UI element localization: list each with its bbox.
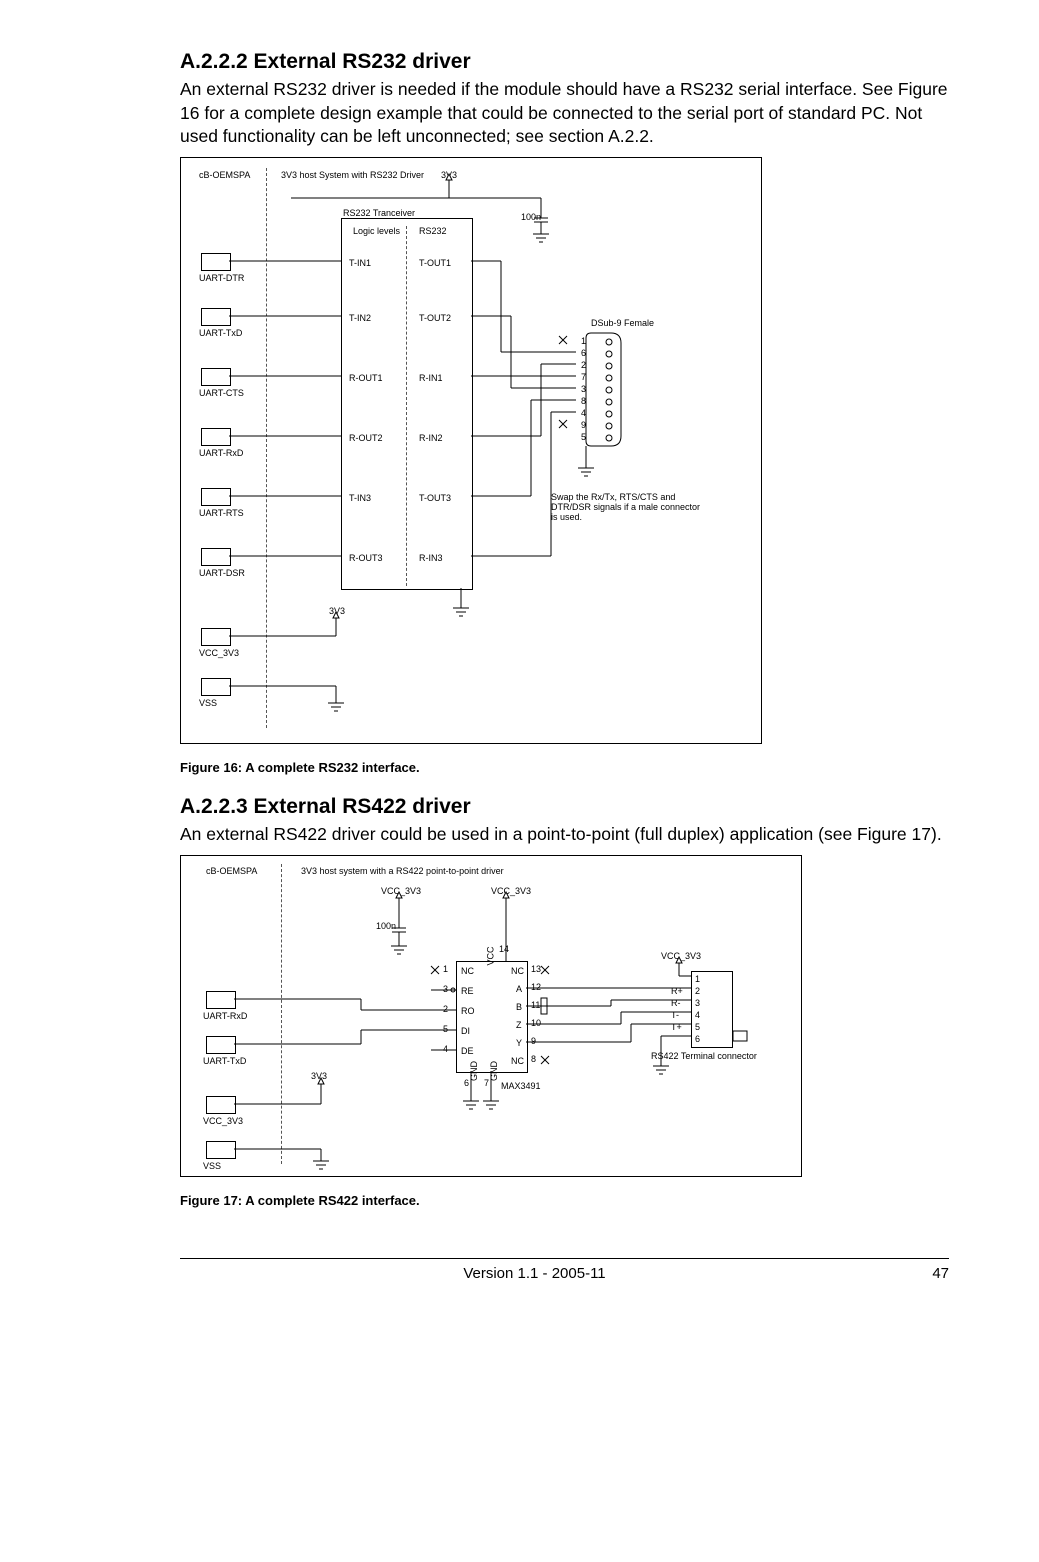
section-heading-2: A.2.2.3 External RS422 driver xyxy=(180,795,949,819)
footer-page-number: 47 xyxy=(889,1265,949,1282)
section-body-1: An external RS232 driver is needed if th… xyxy=(180,78,949,149)
figure-16-caption: Figure 16: A complete RS232 interface. xyxy=(180,760,949,775)
figure-17-caption: Figure 17: A complete RS422 interface. xyxy=(180,1193,949,1208)
fig16-wiring xyxy=(181,158,761,743)
section-body-2: An external RS422 driver could be used i… xyxy=(180,823,949,847)
figure-17-diagram: cB-OEMSPA 3V3 host system with a RS422 p… xyxy=(180,855,802,1177)
footer-version: Version 1.1 - 2005-11 xyxy=(180,1265,889,1282)
figure-16-diagram: cB-OEMSPA 3V3 host System with RS232 Dri… xyxy=(180,157,762,744)
fig17-wiring xyxy=(181,856,801,1176)
section-heading-1: A.2.2.2 External RS232 driver xyxy=(180,50,949,74)
page-footer: Version 1.1 - 2005-11 47 xyxy=(180,1258,949,1282)
